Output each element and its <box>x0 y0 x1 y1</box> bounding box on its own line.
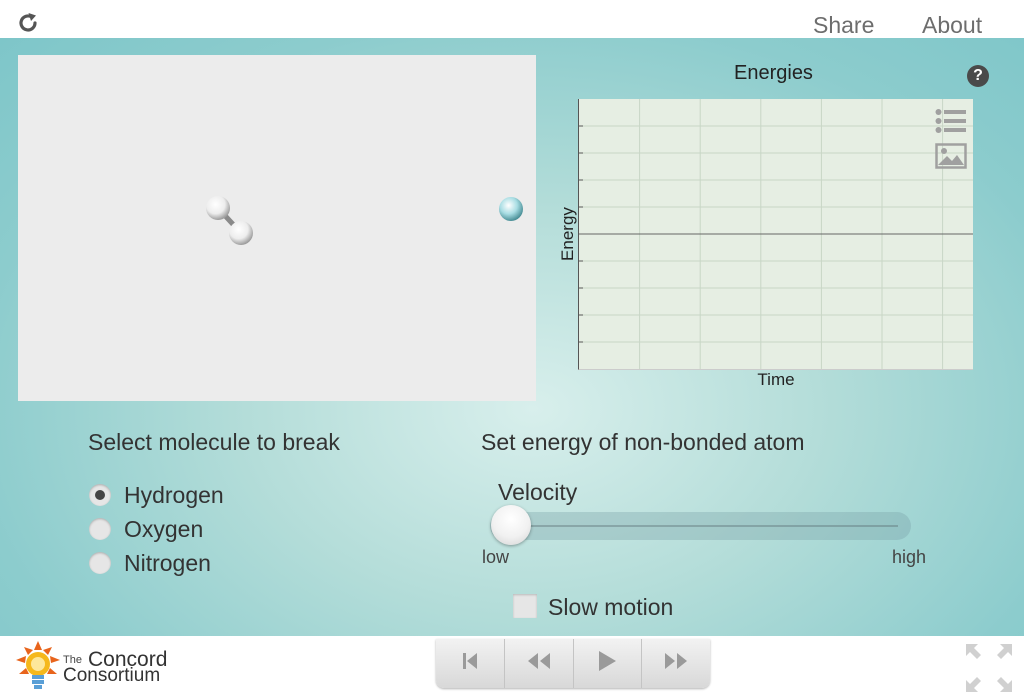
atom <box>229 221 253 245</box>
radio-hydrogen[interactable]: Hydrogen <box>89 480 224 510</box>
y-axis-label: Energy <box>558 207 577 261</box>
radio-nitrogen[interactable]: Nitrogen <box>89 548 211 578</box>
step-back-button[interactable] <box>505 639 574 688</box>
radio-button[interactable] <box>89 552 111 574</box>
logo-text-consortium: Consortium <box>63 665 161 686</box>
molecule-select-title: Select molecule to break <box>88 429 340 455</box>
free-atom <box>499 197 523 221</box>
radio-label: Oxygen <box>124 515 204 542</box>
play-icon <box>596 650 618 677</box>
energy-plot <box>578 99 973 370</box>
velocity-slider-rail <box>530 525 898 527</box>
radio-button[interactable] <box>89 518 111 540</box>
velocity-slider-handle[interactable] <box>491 505 531 545</box>
molecule-simulation-view[interactable] <box>18 55 536 401</box>
reset-to-start-button[interactable] <box>436 639 505 688</box>
image-icon[interactable] <box>935 143 967 174</box>
reset-to-start-icon <box>461 651 479 676</box>
lightbulb-logo-icon <box>16 641 60 696</box>
play-button[interactable] <box>574 639 643 688</box>
step-forward-button[interactable] <box>642 639 710 688</box>
top-bar: Share About <box>0 0 1024 38</box>
molecule-scene <box>206 196 523 245</box>
radio-oxygen[interactable]: Oxygen <box>89 514 203 544</box>
slow-motion-label: Slow motion <box>548 594 674 620</box>
playback-controls <box>436 639 710 688</box>
atom <box>206 196 230 220</box>
about-link[interactable]: About <box>922 12 982 39</box>
x-axis-label: Time <box>757 370 795 389</box>
fullscreen-icon[interactable] <box>966 644 1012 697</box>
energy-control-title: Set energy of non-bonded atom <box>481 429 805 455</box>
slider-max-label: high <box>892 547 927 567</box>
plot-grid <box>579 99 973 369</box>
step-forward-icon <box>663 651 689 676</box>
list-icon[interactable] <box>935 108 967 139</box>
radio-label: Nitrogen <box>124 549 211 576</box>
help-icon[interactable]: ? <box>967 65 989 87</box>
radio-button[interactable] <box>89 484 111 506</box>
slow-motion-checkbox[interactable] <box>513 594 537 618</box>
share-link[interactable]: Share <box>813 12 874 39</box>
slider-min-label: low <box>482 547 510 567</box>
step-back-icon <box>526 651 552 676</box>
reload-icon[interactable] <box>16 11 40 35</box>
radio-label: Hydrogen <box>124 481 224 508</box>
velocity-label: Velocity <box>498 479 578 505</box>
graph-title: Energies <box>734 62 813 84</box>
